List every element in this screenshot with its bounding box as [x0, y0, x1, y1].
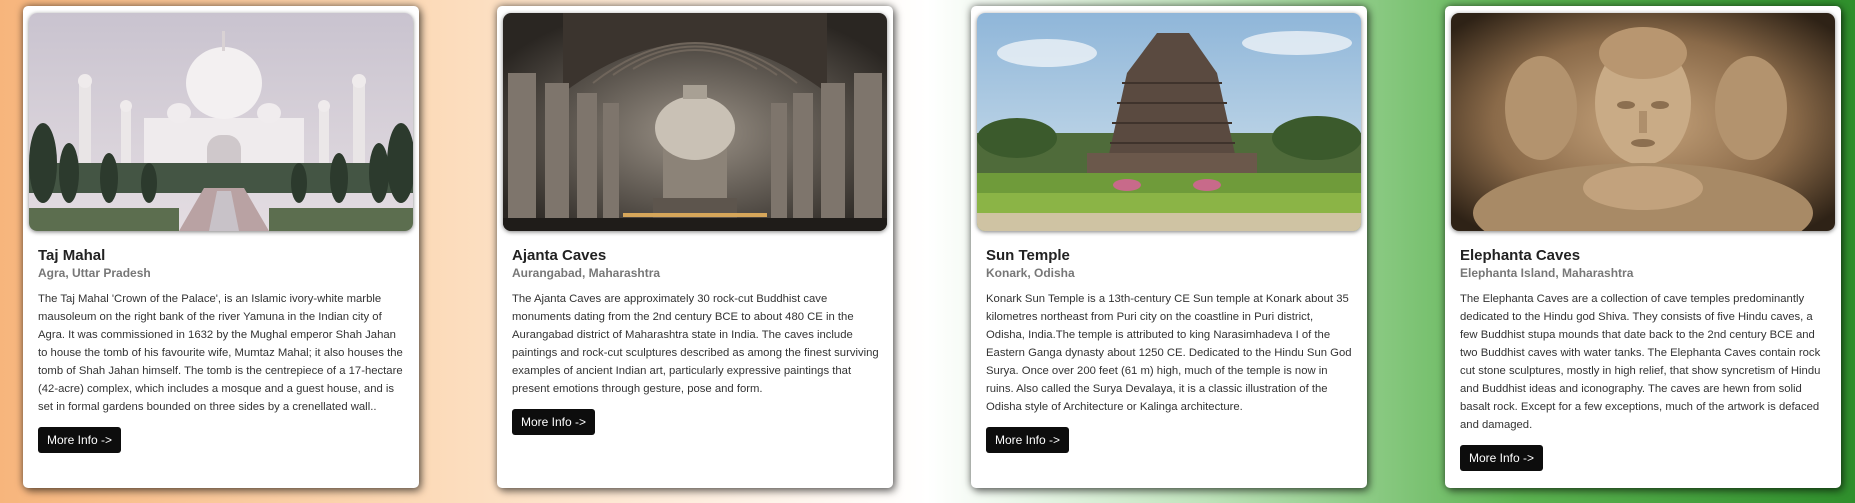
card-location: Agra, Uttar Pradesh: [38, 266, 151, 280]
card-location: Aurangabad, Maharashtra: [512, 266, 661, 280]
card-title: Ajanta Caves: [512, 247, 607, 264]
ajanta-caves-image: [503, 13, 887, 231]
card-title: Sun Temple: [986, 247, 1070, 264]
card-location: Elephanta Island, Maharashtra: [1460, 266, 1634, 280]
card-title: Taj Mahal: [38, 247, 106, 264]
card-description: The Elephanta Caves are a collection of …: [1460, 293, 1821, 431]
card-sun-temple: Sun Temple Konark, Odisha Konark Sun Tem…: [971, 6, 1367, 488]
card-description: The Ajanta Caves are approximately 30 ro…: [512, 293, 879, 395]
card-description: The Taj Mahal 'Crown of the Palace', is …: [38, 293, 403, 413]
sun-temple-image: [977, 13, 1361, 231]
more-info-button[interactable]: More Info ->: [512, 409, 596, 435]
card-body: Ajanta Caves Aurangabad, Maharashtra The…: [512, 246, 880, 435]
card-body: Sun Temple Konark, Odisha Konark Sun Tem…: [986, 246, 1354, 453]
elephanta-caves-image: [1451, 13, 1835, 231]
card-description: Konark Sun Temple is a 13th-century CE S…: [986, 293, 1352, 413]
more-info-button[interactable]: More Info ->: [38, 427, 122, 453]
card-elephanta-caves: Elephanta Caves Elephanta Island, Mahara…: [1445, 6, 1841, 488]
card-taj-mahal: Taj Mahal Agra, Uttar Pradesh The Taj Ma…: [23, 6, 419, 488]
more-info-button[interactable]: More Info ->: [986, 427, 1070, 453]
card-body: Taj Mahal Agra, Uttar Pradesh The Taj Ma…: [38, 246, 406, 453]
taj-mahal-image: [29, 13, 413, 231]
card-body: Elephanta Caves Elephanta Island, Mahara…: [1460, 246, 1828, 471]
more-info-button[interactable]: More Info ->: [1460, 445, 1544, 471]
card-ajanta-caves: Ajanta Caves Aurangabad, Maharashtra The…: [497, 6, 893, 488]
card-title: Elephanta Caves: [1460, 247, 1581, 264]
card-location: Konark, Odisha: [986, 266, 1075, 280]
